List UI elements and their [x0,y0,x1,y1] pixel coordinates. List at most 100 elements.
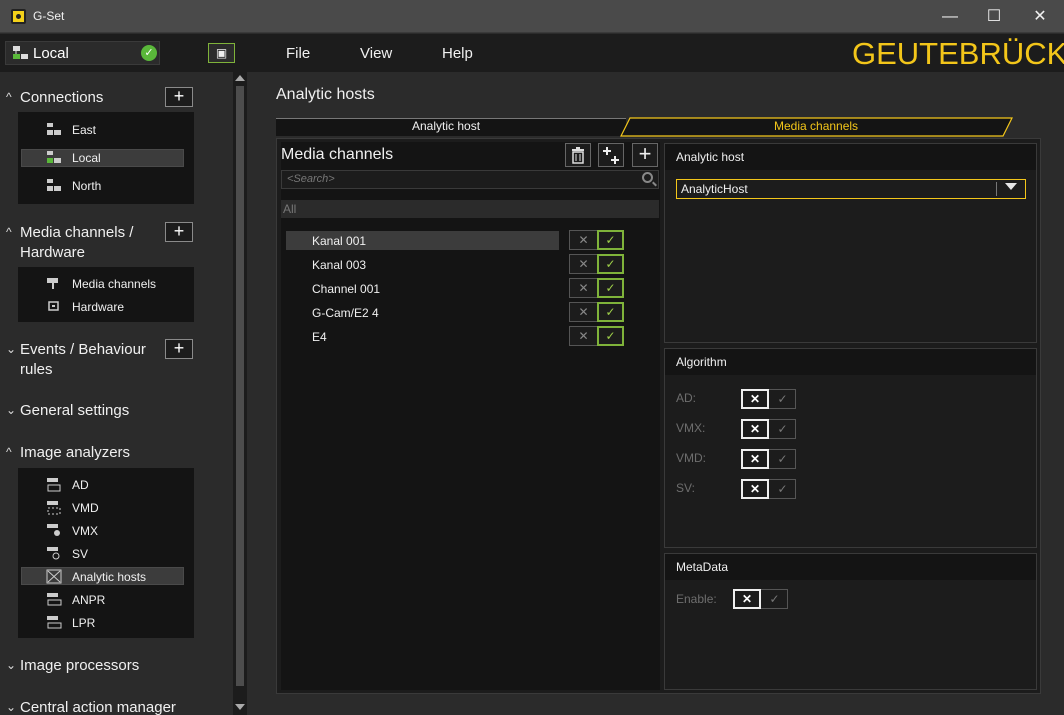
server-local-icon [47,151,61,163]
section-events-title-2[interactable]: rules [20,360,53,380]
window-title: G-Set [33,9,65,23]
analyzer-item-lpr[interactable]: LPR [72,616,95,630]
x-icon[interactable]: ✕ [570,255,597,273]
section-central-action-manager[interactable]: Central action manager [20,698,176,715]
group-all-label: All [283,202,297,216]
chevron-down-icon[interactable]: ⌄ [6,700,16,714]
x-icon[interactable]: ✕ [741,419,769,439]
search-icon[interactable] [642,172,653,183]
analyzer-item-sv[interactable]: SV [72,547,88,561]
algorithm-label-vmd: VMD: [676,451,706,465]
channel-toggle[interactable]: ✕ ✓ [569,278,624,298]
chevron-up-icon[interactable]: ^ [6,445,12,459]
check-icon[interactable]: ✓ [762,590,787,608]
chevron-down-icon[interactable]: ⌄ [6,403,16,417]
algorithm-toggle-ad[interactable]: ✕ ✓ [741,389,796,409]
save-button[interactable]: ▣ [208,43,235,63]
add-media-button[interactable]: + [165,222,193,242]
select-separator [996,182,997,196]
x-icon[interactable]: ✕ [570,279,597,297]
algorithm-label-vmx: VMX: [676,421,706,435]
connection-item-east[interactable]: East [72,123,96,137]
x-icon[interactable]: ✕ [570,327,597,345]
analyzer-item-vmd[interactable]: VMD [72,501,99,515]
x-icon[interactable]: ✕ [741,389,769,409]
delete-button[interactable] [565,143,591,167]
metadata-enable-toggle[interactable]: ✕ ✓ [733,589,788,609]
menu-file[interactable]: File [286,45,310,62]
check-icon[interactable]: ✓ [770,390,795,408]
channel-name[interactable]: Channel 001 [312,282,380,296]
connection-ok-icon: ✓ [141,45,157,61]
maximize-button[interactable]: ☐ [971,0,1017,33]
analyzer-item-vmx[interactable]: VMX [72,524,98,538]
add-event-button[interactable]: + [165,339,193,359]
tab-media-channels-label[interactable]: Media channels [774,119,858,133]
section-events-title-1[interactable]: Events / Behaviour [20,340,146,360]
channel-toggle[interactable]: ✕ ✓ [569,230,624,250]
analytic-host-icon [46,569,62,584]
scroll-up-icon[interactable] [235,75,245,81]
menu-view[interactable]: View [360,45,392,62]
connection-item-north[interactable]: North [72,179,101,193]
add-multiple-button[interactable] [598,143,624,167]
tab-analytic-host-label[interactable]: Analytic host [412,119,480,133]
group-header-all[interactable] [281,200,659,218]
algorithm-panel [664,348,1037,548]
chevron-up-icon[interactable]: ^ [6,225,12,239]
media-channels-title: Media channels [281,146,394,163]
check-icon[interactable]: ✓ [597,326,624,346]
scrollbar-thumb[interactable] [236,86,244,686]
add-connection-button[interactable]: + [165,87,193,107]
scroll-down-icon[interactable] [235,704,245,710]
search-input[interactable] [281,170,659,189]
algorithm-toggle-vmd[interactable]: ✕ ✓ [741,449,796,469]
channel-toggle[interactable]: ✕ ✓ [569,254,624,274]
channel-name[interactable]: Kanal 003 [312,258,366,272]
close-button[interactable]: ✕ [1017,0,1063,33]
analyzer-item-anpr[interactable]: ANPR [72,593,105,607]
section-image-analyzers[interactable]: Image analyzers [20,443,130,463]
check-icon[interactable]: ✓ [597,302,624,322]
analyzer-item-ad[interactable]: AD [72,478,89,492]
sidebar-item-hardware[interactable]: Hardware [72,300,124,314]
sidebar-item-media-channels[interactable]: Media channels [72,277,156,291]
minimize-button[interactable]: — [927,0,973,33]
check-icon[interactable]: ✓ [770,420,795,438]
chevron-down-icon[interactable]: ⌄ [6,658,16,672]
analyzer-item-analytic-hosts[interactable]: Analytic hosts [72,570,146,584]
add-button[interactable]: + [632,143,658,167]
check-icon[interactable]: ✓ [597,254,624,274]
section-general-settings[interactable]: General settings [20,401,129,421]
section-image-processors[interactable]: Image processors [20,656,139,676]
channel-name[interactable]: Kanal 001 [312,234,366,248]
x-icon[interactable]: ✕ [741,449,769,469]
check-icon[interactable]: ✓ [770,450,795,468]
check-icon[interactable]: ✓ [770,480,795,498]
channel-name[interactable]: E4 [312,330,327,344]
x-icon[interactable]: ✕ [741,479,769,499]
section-media-title-2[interactable]: Hardware [20,243,85,263]
x-icon[interactable]: ✕ [570,231,597,249]
x-icon[interactable]: ✕ [733,589,761,609]
menu-help[interactable]: Help [442,45,473,62]
chevron-up-icon[interactable]: ^ [6,90,12,104]
channel-toggle[interactable]: ✕ ✓ [569,326,624,346]
channel-name[interactable]: G-Cam/E2 4 [312,306,379,320]
connection-item-local[interactable]: Local [72,151,101,165]
algorithm-toggle-vmx[interactable]: ✕ ✓ [741,419,796,439]
network-icon [13,46,28,59]
section-media-title-1[interactable]: Media channels / [20,223,133,243]
section-connections[interactable]: Connections [20,88,103,108]
check-icon[interactable]: ✓ [597,278,624,298]
analytic-host-value[interactable]: AnalyticHost [681,182,748,196]
algorithm-toggle-sv[interactable]: ✕ ✓ [741,479,796,499]
check-icon[interactable]: ✓ [597,230,624,250]
page-title: Analytic hosts [276,86,375,103]
analytic-host-panel-title: Analytic host [676,150,745,164]
chevron-down-icon[interactable]: ⌄ [6,342,16,356]
analyzer-ad-icon [47,478,61,492]
x-icon[interactable]: ✕ [570,303,597,321]
channel-toggle[interactable]: ✕ ✓ [569,302,624,322]
chevron-down-icon[interactable] [1005,183,1017,190]
